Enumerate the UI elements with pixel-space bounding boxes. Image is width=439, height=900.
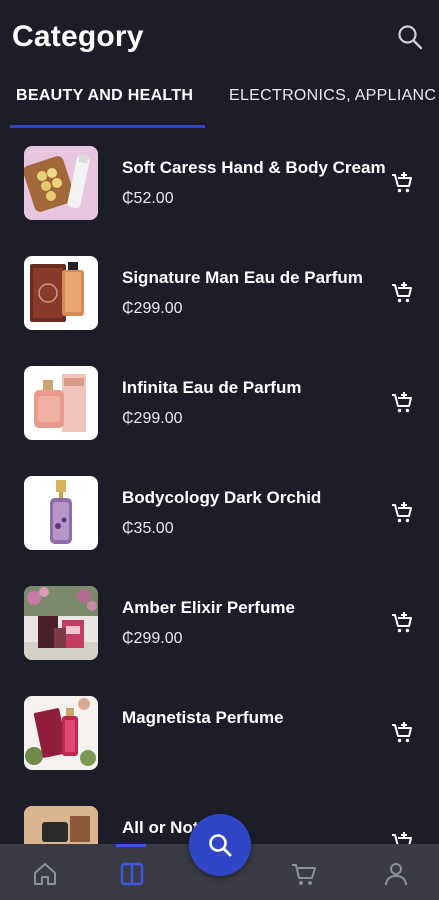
app-header: Category bbox=[0, 0, 439, 80]
product-item[interactable]: Signature Man Eau de Parfum ₵299.00 bbox=[0, 238, 439, 348]
add-to-cart-button[interactable] bbox=[390, 391, 414, 415]
product-name: Amber Elixir Perfume bbox=[122, 598, 295, 617]
product-name: Magnetista Perfume bbox=[122, 708, 284, 727]
product-item[interactable]: Bodycology Dark Orchid ₵35.00 bbox=[0, 458, 439, 568]
product-name: Soft Caress Hand & Body Cream bbox=[122, 158, 386, 177]
product-item[interactable]: Amber Elixir Perfume ₵299.00 bbox=[0, 568, 439, 678]
product-name: Infinita Eau de Parfum bbox=[122, 378, 302, 397]
cart-icon bbox=[292, 864, 316, 885]
product-image bbox=[24, 366, 98, 440]
home-icon bbox=[34, 863, 56, 885]
add-to-cart-button[interactable] bbox=[390, 611, 414, 635]
product-name: Bodycology Dark Orchid bbox=[122, 488, 322, 507]
product-image bbox=[24, 806, 98, 844]
product-price: ₵299.00 bbox=[122, 630, 183, 647]
search-icon bbox=[209, 834, 232, 857]
product-image bbox=[24, 476, 98, 550]
product-image bbox=[24, 146, 98, 220]
add-to-cart-icon bbox=[392, 722, 412, 743]
tab-electronics-appliances[interactable]: ELECTRONICS, APPLIANC bbox=[229, 87, 436, 105]
add-to-cart-button[interactable] bbox=[390, 721, 414, 745]
add-to-cart-icon bbox=[392, 392, 412, 413]
category-icon bbox=[120, 862, 144, 886]
nav-category[interactable] bbox=[118, 860, 146, 888]
category-tabs: BEAUTY AND HEALTH ELECTRONICS, APPLIANC bbox=[0, 80, 439, 128]
add-to-cart-icon bbox=[392, 612, 412, 633]
product-price: ₵299.00 bbox=[122, 410, 183, 427]
add-to-cart-button[interactable] bbox=[390, 831, 414, 844]
product-image bbox=[24, 256, 98, 330]
add-to-cart-button[interactable] bbox=[390, 501, 414, 525]
product-name: Signature Man Eau de Parfum bbox=[122, 268, 363, 287]
product-list: Soft Caress Hand & Body Cream ₵52.00 Sig… bbox=[0, 128, 439, 844]
search-icon bbox=[398, 25, 423, 50]
product-price: ₵52.00 bbox=[122, 190, 174, 207]
search-button[interactable] bbox=[397, 24, 423, 50]
tab-beauty-and-health[interactable]: BEAUTY AND HEALTH bbox=[16, 87, 193, 105]
profile-icon bbox=[385, 863, 407, 886]
add-to-cart-icon bbox=[392, 172, 412, 193]
add-to-cart-button[interactable] bbox=[390, 281, 414, 305]
product-item[interactable]: Infinita Eau de Parfum ₵299.00 bbox=[0, 348, 439, 458]
add-to-cart-icon bbox=[392, 832, 412, 844]
product-name: All or Not bbox=[122, 818, 199, 837]
add-to-cart-icon bbox=[392, 282, 412, 303]
active-nav-indicator bbox=[116, 844, 146, 847]
nav-cart[interactable] bbox=[290, 860, 318, 888]
product-image bbox=[24, 586, 98, 660]
nav-profile[interactable] bbox=[382, 860, 410, 888]
search-fab-button[interactable] bbox=[189, 814, 251, 876]
product-image bbox=[24, 696, 98, 770]
page-title: Category bbox=[12, 20, 144, 53]
add-to-cart-icon bbox=[392, 502, 412, 523]
add-to-cart-button[interactable] bbox=[390, 171, 414, 195]
nav-home[interactable] bbox=[31, 860, 59, 888]
product-price: ₵35.00 bbox=[122, 520, 174, 537]
product-item[interactable]: Magnetista Perfume bbox=[0, 678, 439, 788]
product-price: ₵299.00 bbox=[122, 300, 183, 317]
product-item[interactable]: Soft Caress Hand & Body Cream ₵52.00 bbox=[0, 128, 439, 238]
